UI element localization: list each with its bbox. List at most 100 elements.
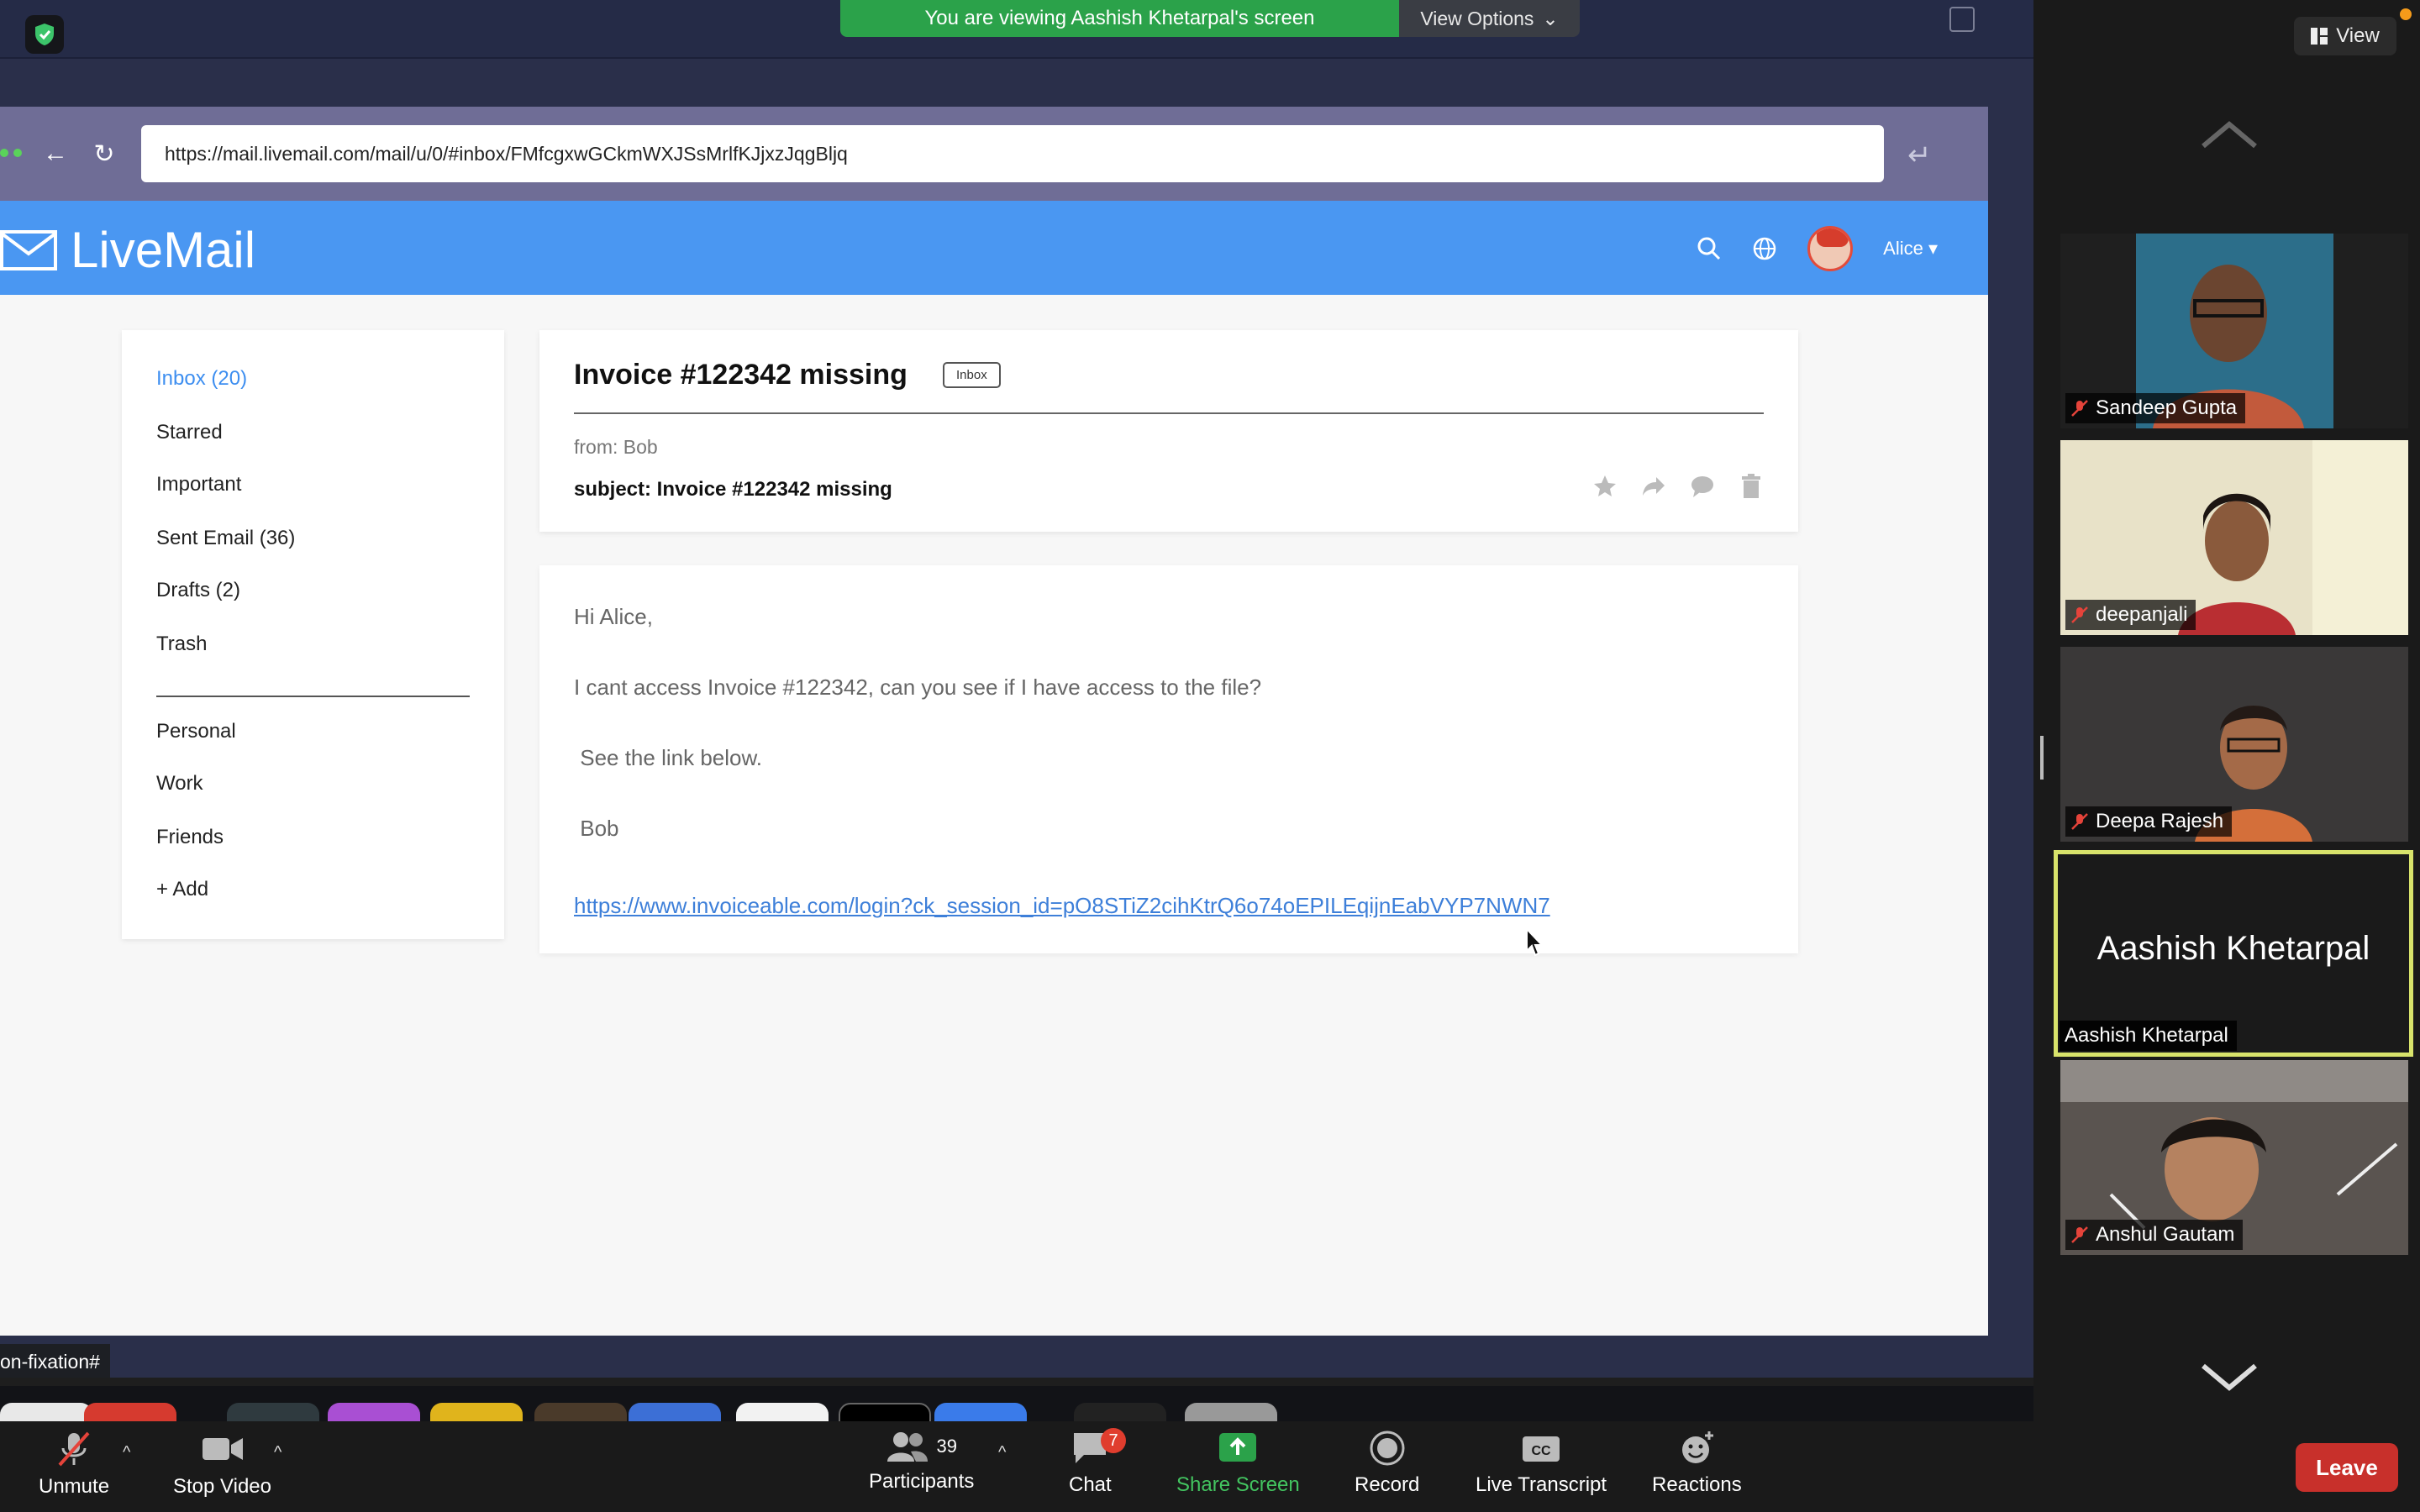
sidebar-item-important[interactable]: Important (156, 473, 241, 496)
dock-app-icon[interactable] (736, 1403, 829, 1421)
inbox-tag[interactable]: Inbox (943, 362, 1001, 388)
share-screen-icon (1219, 1433, 1257, 1462)
chat-label: Chat (1069, 1473, 1112, 1496)
dock-app-icon[interactable] (534, 1403, 627, 1421)
sidebar-item-friends[interactable]: Friends (156, 826, 224, 849)
participant-tile[interactable]: Sandeep Gupta (2060, 234, 2408, 428)
avatar[interactable] (1807, 226, 1854, 271)
sidebar-item-personal[interactable]: Personal (156, 720, 236, 743)
email-from: from: Bob (574, 436, 658, 458)
muted-mic-icon (58, 1431, 90, 1467)
audio-options-caret-icon[interactable]: ^ (123, 1443, 130, 1462)
participants-label: Participants (869, 1470, 975, 1493)
unmute-label: Unmute (39, 1475, 110, 1498)
trash-icon[interactable] (1738, 473, 1765, 500)
participants-button[interactable]: 39 Participants (869, 1430, 974, 1494)
leave-button[interactable]: Leave (2296, 1443, 2398, 1492)
dock-app-icon[interactable] (1074, 1403, 1166, 1421)
participant-tile[interactable]: Anshul Gautam (2060, 1060, 2408, 1255)
sidebar-item-inbox[interactable]: Inbox (20) (156, 367, 247, 391)
sidebar-item-work[interactable]: Work (156, 772, 203, 795)
active-speaker-tile[interactable]: Aashish Khetarpal Aashish Khetarpal (2054, 850, 2413, 1057)
dock-app-icon[interactable] (1185, 1403, 1277, 1421)
closed-caption-icon: CC (1523, 1436, 1560, 1462)
livemail-logo[interactable]: LiveMail (0, 221, 255, 279)
email-title: Invoice #122342 missing (574, 359, 908, 391)
participant-name-label: Sandeep Gupta (2065, 393, 2246, 423)
email-body-line: See the link below. (574, 745, 763, 770)
share-screen-button[interactable]: Share Screen (1176, 1430, 1300, 1497)
window-controls[interactable] (0, 149, 22, 157)
view-options-label: View Options (1420, 7, 1534, 29)
participant-tile[interactable]: Deepa Rajesh (2060, 647, 2408, 842)
participant-name-label: Deepa Rajesh (2065, 806, 2233, 837)
mac-dock (0, 1386, 2033, 1421)
svg-text:CC: CC (1531, 1444, 1551, 1458)
globe-icon[interactable] (1752, 236, 1777, 261)
dock-app-icon[interactable] (629, 1403, 721, 1421)
dock-app-icon[interactable] (430, 1403, 523, 1421)
view-button[interactable]: View (2294, 17, 2396, 55)
zoom-window: You are viewing Aashish Khetarpal's scre… (0, 0, 2420, 1512)
mail-content: Inbox (20) Starred Important Sent Email … (0, 295, 1988, 1336)
participant-big-name: Aashish Khetarpal (2096, 930, 2370, 967)
record-button[interactable]: Record (1355, 1430, 1419, 1497)
back-arrow-icon[interactable]: ← (40, 139, 71, 169)
chevron-down-icon: ⌄ (1542, 7, 1559, 29)
sidebar-item-trash[interactable]: Trash (156, 633, 207, 656)
participants-options-caret-icon[interactable]: ^ (998, 1443, 1006, 1462)
view-label: View (2336, 24, 2380, 47)
participants-count: 39 (936, 1436, 957, 1457)
pop-out-icon[interactable] (1949, 7, 1975, 32)
dock-app-icon[interactable] (227, 1403, 319, 1421)
record-label: Record (1355, 1473, 1420, 1496)
user-name: Alice (1883, 238, 1923, 259)
muted-mic-icon (2071, 813, 2088, 830)
reactions-button[interactable]: Reactions (1652, 1430, 1742, 1497)
forward-icon[interactable] (1640, 473, 1667, 500)
dock-app-icon[interactable] (934, 1403, 1027, 1421)
stop-video-button[interactable]: Stop Video (173, 1430, 271, 1499)
chevron-up-icon[interactable] (2200, 118, 2259, 151)
participant-name-label: Anshul Gautam (2065, 1220, 2244, 1250)
record-icon (1370, 1431, 1405, 1466)
video-options-caret-icon[interactable]: ^ (274, 1443, 281, 1462)
invoice-link[interactable]: https://www.invoiceable.com/login?ck_ses… (574, 893, 1550, 919)
participant-name: Deepa Rajesh (2096, 810, 2224, 832)
header-divider (574, 412, 1764, 414)
smiley-icon (1682, 1431, 1714, 1463)
video-camera-icon (202, 1438, 243, 1460)
muted-mic-icon (2071, 606, 2088, 623)
livemail-header: LiveMail Alice ▾ (0, 201, 1988, 295)
enter-arrow-icon[interactable]: ↵ (1907, 139, 1932, 172)
add-label-button[interactable]: + Add (156, 878, 208, 901)
star-icon[interactable] (1591, 473, 1618, 500)
view-options-button[interactable]: View Options ⌄ (1399, 0, 1580, 37)
unmute-button[interactable]: Unmute (39, 1430, 109, 1499)
user-menu[interactable]: Alice ▾ (1883, 238, 1938, 260)
sidebar-item-drafts[interactable]: Drafts (2) (156, 579, 240, 602)
app-name: LiveMail (71, 222, 256, 278)
dock-app-icon[interactable] (84, 1403, 176, 1421)
address-bar[interactable]: https://mail.livemail.com/mail/u/0/#inbo… (141, 125, 1884, 182)
participant-tile[interactable]: deepanjali (2060, 440, 2408, 635)
live-transcript-button[interactable]: CC Live Transcript (1476, 1430, 1607, 1497)
dock-app-icon[interactable] (328, 1403, 420, 1421)
search-icon[interactable] (1697, 236, 1722, 261)
sidebar-item-starred[interactable]: Starred (156, 421, 223, 444)
stop-video-label: Stop Video (173, 1475, 271, 1498)
status-tooltip: on-fixation# (0, 1344, 110, 1378)
dock-app-icon[interactable] (839, 1403, 931, 1421)
panel-resize-handle[interactable] (2040, 736, 2044, 780)
email-body-line: I cant access Invoice #122342, can you s… (574, 675, 1262, 700)
dock-app-icon[interactable] (0, 1403, 92, 1421)
muted-mic-icon (2071, 1226, 2088, 1243)
reactions-label: Reactions (1652, 1473, 1742, 1496)
browser-toolbar: ← ↻ https://mail.livemail.com/mail/u/0/#… (0, 107, 1988, 201)
viewing-banner: You are viewing Aashish Khetarpal's scre… (840, 0, 1399, 37)
security-shield-icon[interactable] (25, 15, 64, 54)
chevron-down-icon[interactable] (2200, 1361, 2259, 1394)
reload-icon[interactable]: ↻ (89, 139, 119, 169)
comment-icon[interactable] (1689, 473, 1716, 500)
sidebar-item-sent[interactable]: Sent Email (36) (156, 527, 295, 550)
